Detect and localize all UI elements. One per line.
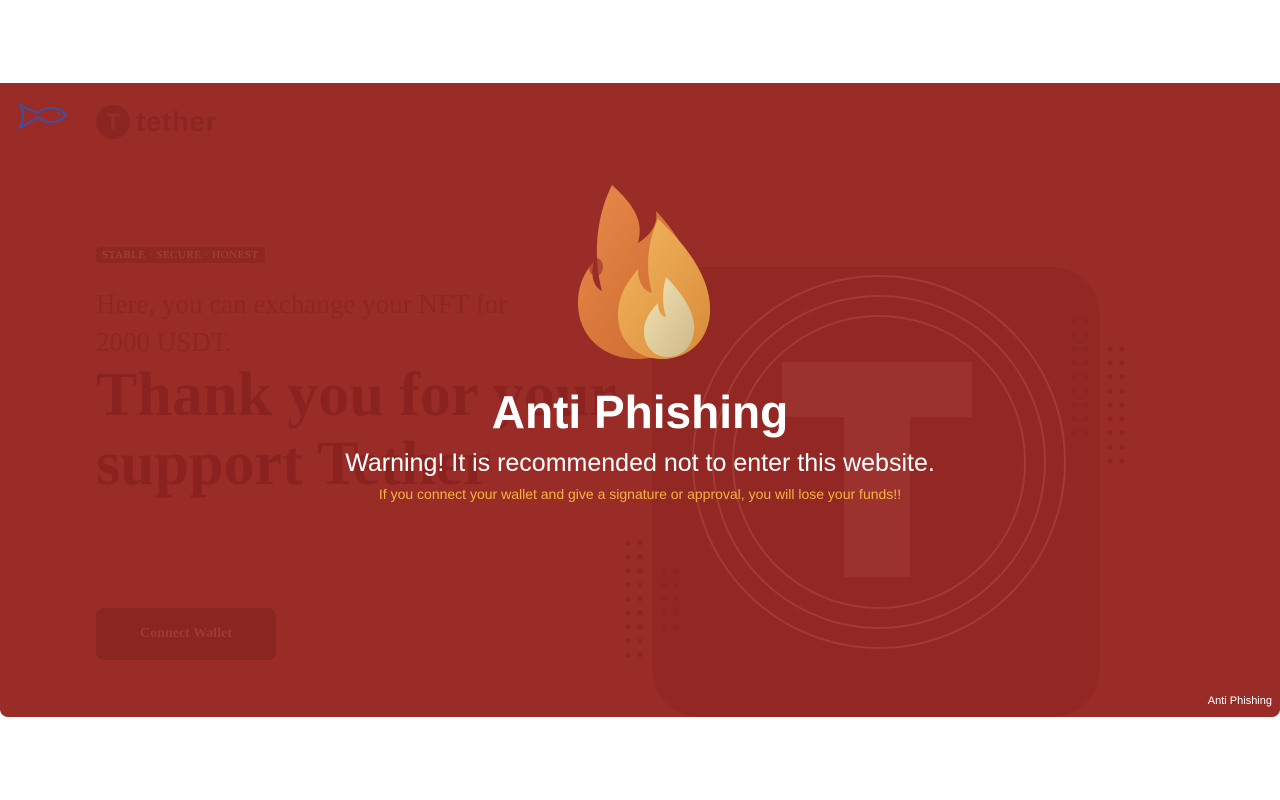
tagline-badge: STABLE · SECURE · HONEST xyxy=(96,247,265,263)
fish-icon xyxy=(17,102,68,129)
dot-pattern-left xyxy=(625,540,679,658)
anti-phishing-overlay: T tether STABLE · SECURE · HONEST Here, … xyxy=(0,83,1280,717)
corner-label: Anti Phishing xyxy=(1207,695,1272,707)
warning-text: Warning! It is recommended not to enter … xyxy=(345,449,935,477)
warning-detail: If you connect your wallet and give a si… xyxy=(378,486,902,502)
connect-wallet-button[interactable]: Connect Wallet xyxy=(96,608,276,660)
tether-logo: T tether xyxy=(96,105,217,139)
fire-icon xyxy=(578,185,711,359)
exchange-subline: Here, you can exchange your NFT for 2000… xyxy=(96,289,508,357)
tether-logo-text: tether xyxy=(136,106,217,137)
overlay-title: Anti Phishing xyxy=(491,386,789,438)
tether-logo-mark: T xyxy=(96,105,130,139)
